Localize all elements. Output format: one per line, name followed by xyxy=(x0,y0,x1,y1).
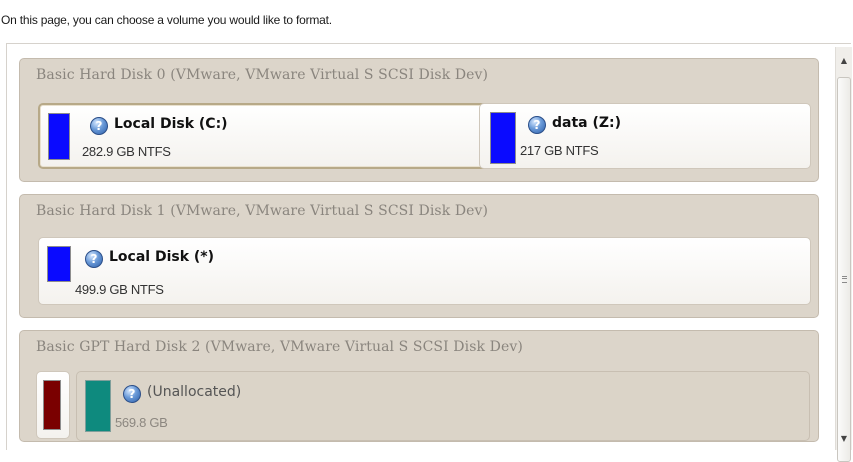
volume-local-disk-star[interactable]: ? Local Disk (*) 499.9 GB NTFS xyxy=(38,237,811,305)
volume-fill-bar xyxy=(85,380,111,432)
volume-local-disk-c[interactable]: ? Local Disk (C:) 282.9 GB NTFS xyxy=(38,103,490,169)
scroll-up-arrow-icon[interactable]: ▲ xyxy=(836,53,852,69)
question-mark-icon: ? xyxy=(528,116,546,134)
disk-header: Basic Hard Disk 1 (VMware, VMware Virtua… xyxy=(36,203,489,219)
vertical-scrollbar[interactable]: ▲ ▼ xyxy=(835,47,852,462)
disk-group-2: Basic GPT Hard Disk 2 (VMware, VMware Vi… xyxy=(19,330,819,442)
disk-header: Basic GPT Hard Disk 2 (VMware, VMware Vi… xyxy=(36,339,523,355)
volume-system-partition[interactable] xyxy=(36,371,70,439)
volume-name: data (Z:) xyxy=(552,115,622,131)
question-mark-icon: ? xyxy=(85,250,103,268)
scroll-thumb[interactable] xyxy=(837,77,851,462)
volume-size: 499.9 GB NTFS xyxy=(75,282,164,297)
scroll-down-arrow-icon[interactable]: ▼ xyxy=(836,431,852,447)
volume-data-z[interactable]: ? data (Z:) 217 GB NTFS xyxy=(479,103,811,169)
volume-fill-bar xyxy=(48,113,70,160)
volume-unallocated[interactable]: ? (Unallocated) 569.8 GB xyxy=(76,371,810,441)
disk-header: Basic Hard Disk 0 (VMware, VMware Virtua… xyxy=(36,67,489,83)
volume-size: 569.8 GB xyxy=(115,415,168,430)
volume-name: (Unallocated) xyxy=(147,384,242,400)
volume-fill-bar xyxy=(490,112,516,164)
volume-fill-bar xyxy=(43,380,61,430)
grip-icon xyxy=(842,276,847,283)
question-mark-icon: ? xyxy=(90,117,108,135)
volume-name: Local Disk (C:) xyxy=(114,116,228,132)
volume-name: Local Disk (*) xyxy=(109,249,215,265)
page-instruction: On this page, you can choose a volume yo… xyxy=(1,13,332,27)
question-mark-icon: ? xyxy=(123,385,141,403)
volume-size: 282.9 GB NTFS xyxy=(82,144,171,159)
volume-fill-bar xyxy=(47,246,71,282)
disk-group-0: Basic Hard Disk 0 (VMware, VMware Virtua… xyxy=(19,58,819,182)
volume-size: 217 GB NTFS xyxy=(520,143,599,158)
disk-group-1: Basic Hard Disk 1 (VMware, VMware Virtua… xyxy=(19,194,819,318)
